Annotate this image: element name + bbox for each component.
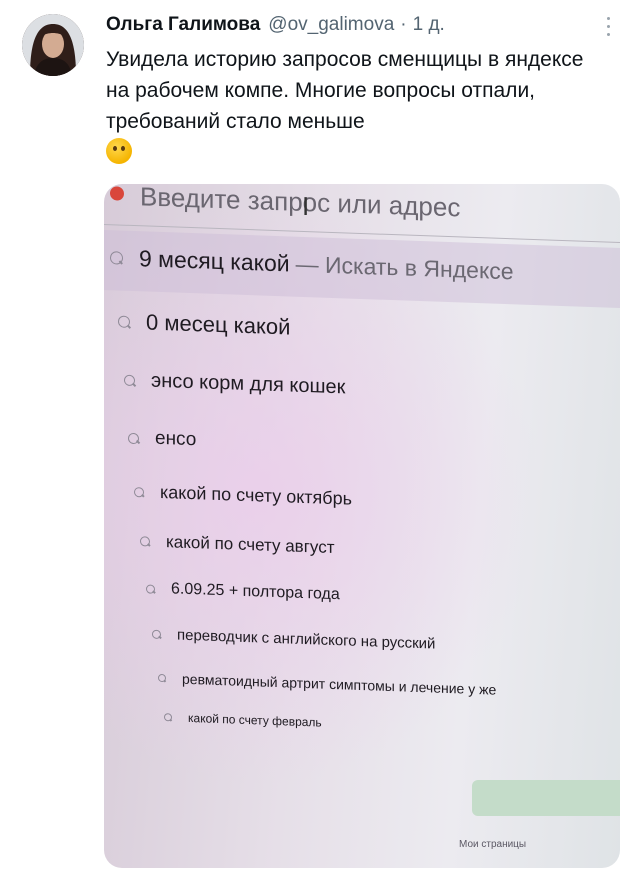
tweet-body: Увидела историю запросов сменщицы в янде… — [106, 48, 584, 133]
history-item-label: какой по счету февраль — [188, 710, 322, 730]
tweet-text: Увидела историю запросов сменщицы в янде… — [106, 44, 606, 168]
tweet-photo[interactable]: Введите запрос или адрес I 9 месяц какой… — [104, 184, 620, 868]
browser-suggestions-panel: Введите запрос или адрес I 9 месяц какой… — [104, 184, 620, 802]
search-icon — [134, 486, 144, 497]
search-icon — [158, 673, 166, 683]
history-item: 6.09.25 + полтора года — [146, 579, 340, 604]
history-item: ревматоидный артрит симптомы и лечение у… — [158, 670, 496, 698]
avatar[interactable] — [22, 14, 84, 76]
author-name[interactable]: Ольга Галимова — [106, 14, 260, 36]
history-item-label: 0 месец какой — [146, 309, 291, 340]
history-item-label: ревматоидный артрит симптомы и лечение у… — [182, 670, 497, 698]
history-item: какой по счету февраль — [164, 710, 322, 730]
footer-link: Мои страницы — [459, 839, 527, 850]
history-item-label: 6.09.25 + полтора года — [171, 580, 340, 604]
browser-logo-icon — [110, 186, 124, 201]
history-item: енсо — [128, 427, 196, 451]
search-icon — [140, 536, 150, 547]
address-bar-placeholder: Введите запрос или адрес — [140, 184, 461, 223]
history-item-label: какой по счету октябрь — [160, 481, 352, 509]
text-cursor-icon: I — [302, 190, 310, 222]
green-button — [472, 780, 620, 816]
search-icon — [110, 251, 123, 265]
search-icon — [128, 432, 139, 444]
address-bar: Введите запрос или адрес I — [104, 184, 620, 236]
history-item: какой по счету август — [140, 531, 335, 558]
history-item: 0 месец какой — [118, 308, 290, 340]
history-item-label: энсо корм для кошек — [151, 369, 346, 399]
history-item-label: переводчик с английского на русский — [177, 626, 436, 653]
search-icon — [124, 374, 135, 387]
history-item: переводчик с английского на русский — [152, 626, 435, 653]
search-icon — [146, 583, 155, 594]
history-item: энсо корм для кошек — [124, 369, 345, 400]
meta-separator: · — [400, 14, 407, 35]
history-item: какой по счету октябрь — [134, 481, 352, 510]
search-icon — [164, 713, 172, 722]
tweet-header: Ольга Галимова @ov_galimova · 1 д. — [106, 14, 600, 36]
history-item-label: какой по счету август — [166, 532, 335, 558]
tweet-time[interactable]: 1 д. — [413, 14, 445, 36]
suggestion-query: 9 месяц какой — [139, 245, 290, 277]
author-handle[interactable]: @ov_galimova — [268, 14, 394, 36]
more-options-icon[interactable] — [598, 14, 618, 38]
tweet: Ольга Галимова @ov_galimova · 1 д. Увиде… — [0, 0, 640, 881]
thinking-face-icon — [106, 138, 132, 164]
search-icon — [118, 315, 130, 328]
search-icon — [152, 629, 161, 639]
tweet-meta: @ov_galimova · 1 д. — [268, 14, 445, 36]
history-item-label: енсо — [155, 427, 197, 451]
